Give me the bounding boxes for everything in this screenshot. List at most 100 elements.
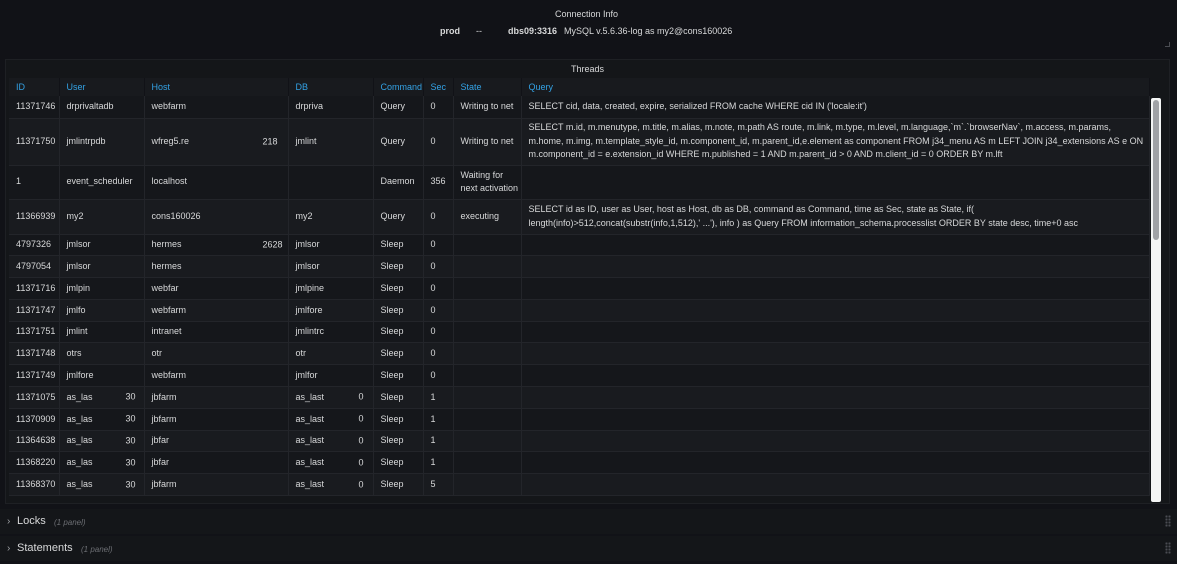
cell-host-text: webfarm [151,101,187,111]
cell-host: wfreg5.re 218 [144,118,289,166]
threads-scroll-thumb[interactable] [1153,100,1159,240]
cell-query-text: SELECT m.id, m.menutype, m.title, m.alia… [528,122,1144,160]
cell-state [453,342,522,366]
column-header-id[interactable]: ID [9,78,60,96]
cell-command: Sleep [373,408,424,431]
connection-info-title[interactable]: Connection Info [0,9,1173,19]
cell-db: as_last 0 [288,386,374,409]
cell-query [521,473,1150,497]
cell-id-text: 11371749 [16,369,56,380]
cell-host-text: jbfar [151,435,170,446]
table-row[interactable]: 11371749 jmlfore webfarm jmlfor Sleep 0 [9,364,1150,388]
table-row[interactable]: 1 event_scheduler localhost Daemon 356 Waitin… [9,165,1150,200]
cell-sec: 5 [423,473,454,497]
row-locks[interactable]: › Locks (1 panel) [0,509,1177,534]
table-row[interactable]: 11364638 as_las 30 jbfar as_last 0 Sleep 1 [9,430,1150,453]
inline-number: 0 [358,435,364,446]
cell-sec-text: 0 [430,326,436,337]
cell-id: 11366939 [9,199,60,235]
table-row[interactable]: 11368370 as_las 30 jbfarm as_last 0 Sleep 5 [9,473,1150,497]
cell-db-text: jmlint [295,135,317,146]
table-row[interactable]: 11371716 jmlpin webfar jmlpine Sleep 0 [9,277,1150,300]
cell-db: as_last 0 [288,430,374,453]
column-header-host[interactable]: Host [144,78,289,96]
cell-command-text: Query [380,210,406,221]
cell-state [453,277,522,300]
row-statements-title[interactable]: Statements [17,542,73,554]
cell-host: jbfarm [144,386,289,409]
cell-id: 11371750 [9,118,60,166]
cell-sec-text: 356 [430,176,446,187]
column-header-db[interactable]: DB [288,78,374,96]
column-header-user[interactable]: User [59,78,145,96]
cell-state-text: Writing to net [460,101,514,111]
cell-sec-text: 0 [430,282,436,293]
table-row[interactable]: 11371750 jmlintrpdb wfreg5.re 218 jmlint Quer… [9,118,1150,166]
table-row[interactable]: 11371746 drprivaltadb webfarm drpriva Query 0… [9,96,1150,119]
cell-host: jbfarm [144,473,289,497]
cell-query [521,386,1150,409]
cell-state: Waiting for next activation [453,165,522,200]
column-header-command[interactable]: Command [373,78,424,96]
cell-command-text: Sleep [380,369,404,380]
cell-sec-text: 1 [430,413,436,424]
cell-host: webfarm [144,96,289,119]
cell-command-text: Sleep [380,239,404,250]
cell-host: webfar [144,277,289,300]
threads-scrollbar[interactable] [1151,98,1161,502]
table-row[interactable]: 11371075 as_las 30 jbfarm as_last 0 Sleep 1 [9,386,1150,409]
cell-command: Query [373,199,424,235]
cell-host: hermes [144,255,289,279]
threads-title[interactable]: Threads [6,64,1169,74]
cell-id-text: 11366939 [16,210,56,221]
cell-command: Sleep [373,299,424,322]
cell-host: hermes 2628 [144,234,289,257]
connection-separator: -- [476,26,482,36]
cell-state-text: Writing to net [460,135,514,146]
table-row[interactable]: 11371747 jmlfo webfarm jmlfore Sleep 0 [9,299,1150,322]
cell-db: jmlfore [288,299,374,322]
cell-command-text: Query [380,101,406,111]
table-row[interactable]: 4797326 jmlsor hermes 2628 jmlsor Sleep 0 [9,234,1150,257]
cell-db [288,165,374,200]
table-row[interactable]: 4797054 jmlsor hermes jmlsor Sleep 0 [9,255,1150,279]
table-row[interactable]: 11366939 my2 cons160026 my2 Query 0 executing S… [9,199,1150,235]
row-statements[interactable]: › Statements (1 panel) [0,536,1177,561]
cell-query: SELECT id as ID, user as User, host as H… [521,199,1150,235]
inline-number: 30 [125,435,136,446]
column-header-query[interactable]: Query [521,78,1150,96]
table-row[interactable]: 11371751 jmlint intranet jmlintrc Sleep 0 [9,321,1150,344]
cell-command: Query [373,96,424,119]
cell-db: as_last 0 [288,451,374,475]
cell-id-text: 11371716 [16,282,56,293]
cell-user: jmlint [59,321,145,344]
cell-id: 11371075 [9,386,60,409]
cell-query [521,364,1150,388]
column-header-state[interactable]: State [453,78,522,96]
cell-command-text: Sleep [380,260,404,271]
cell-user: event_scheduler [59,165,145,200]
drag-handle-icon[interactable] [1165,515,1171,527]
cell-query [521,408,1150,431]
cell-sec-text: 1 [430,457,436,468]
cell-command-text: Query [380,135,406,146]
table-row[interactable]: 11370909 as_las 30 jbfarm as_last 0 Sleep 1 [9,408,1150,431]
cell-sec-text: 1 [430,391,436,402]
cell-command-text: Sleep [380,304,404,315]
cell-id: 11364638 [9,430,60,453]
column-header-sec[interactable]: Sec [423,78,454,96]
row-locks-title[interactable]: Locks [17,515,46,527]
cell-command: Sleep [373,473,424,497]
cell-command: Sleep [373,234,424,257]
cell-db-text: otr [295,348,307,359]
cell-user: jmlfo [59,299,145,322]
cell-command: Sleep [373,342,424,366]
table-row[interactable]: 11368220 as_las 30 jbfar as_last 0 Sleep 1 [9,451,1150,475]
cell-state [453,451,522,475]
connection-panel-resize-handle[interactable] [1165,42,1170,47]
dashboard-page: Connection Info prod -- dbs09:3316 MySQL… [0,0,1177,564]
connection-env: prod [440,26,460,36]
cell-query-text: SELECT cid, data, created, expire, seria… [528,101,867,111]
table-row[interactable]: 11371748 otrs otr otr Sleep 0 [9,342,1150,366]
drag-handle-icon[interactable] [1165,542,1171,554]
